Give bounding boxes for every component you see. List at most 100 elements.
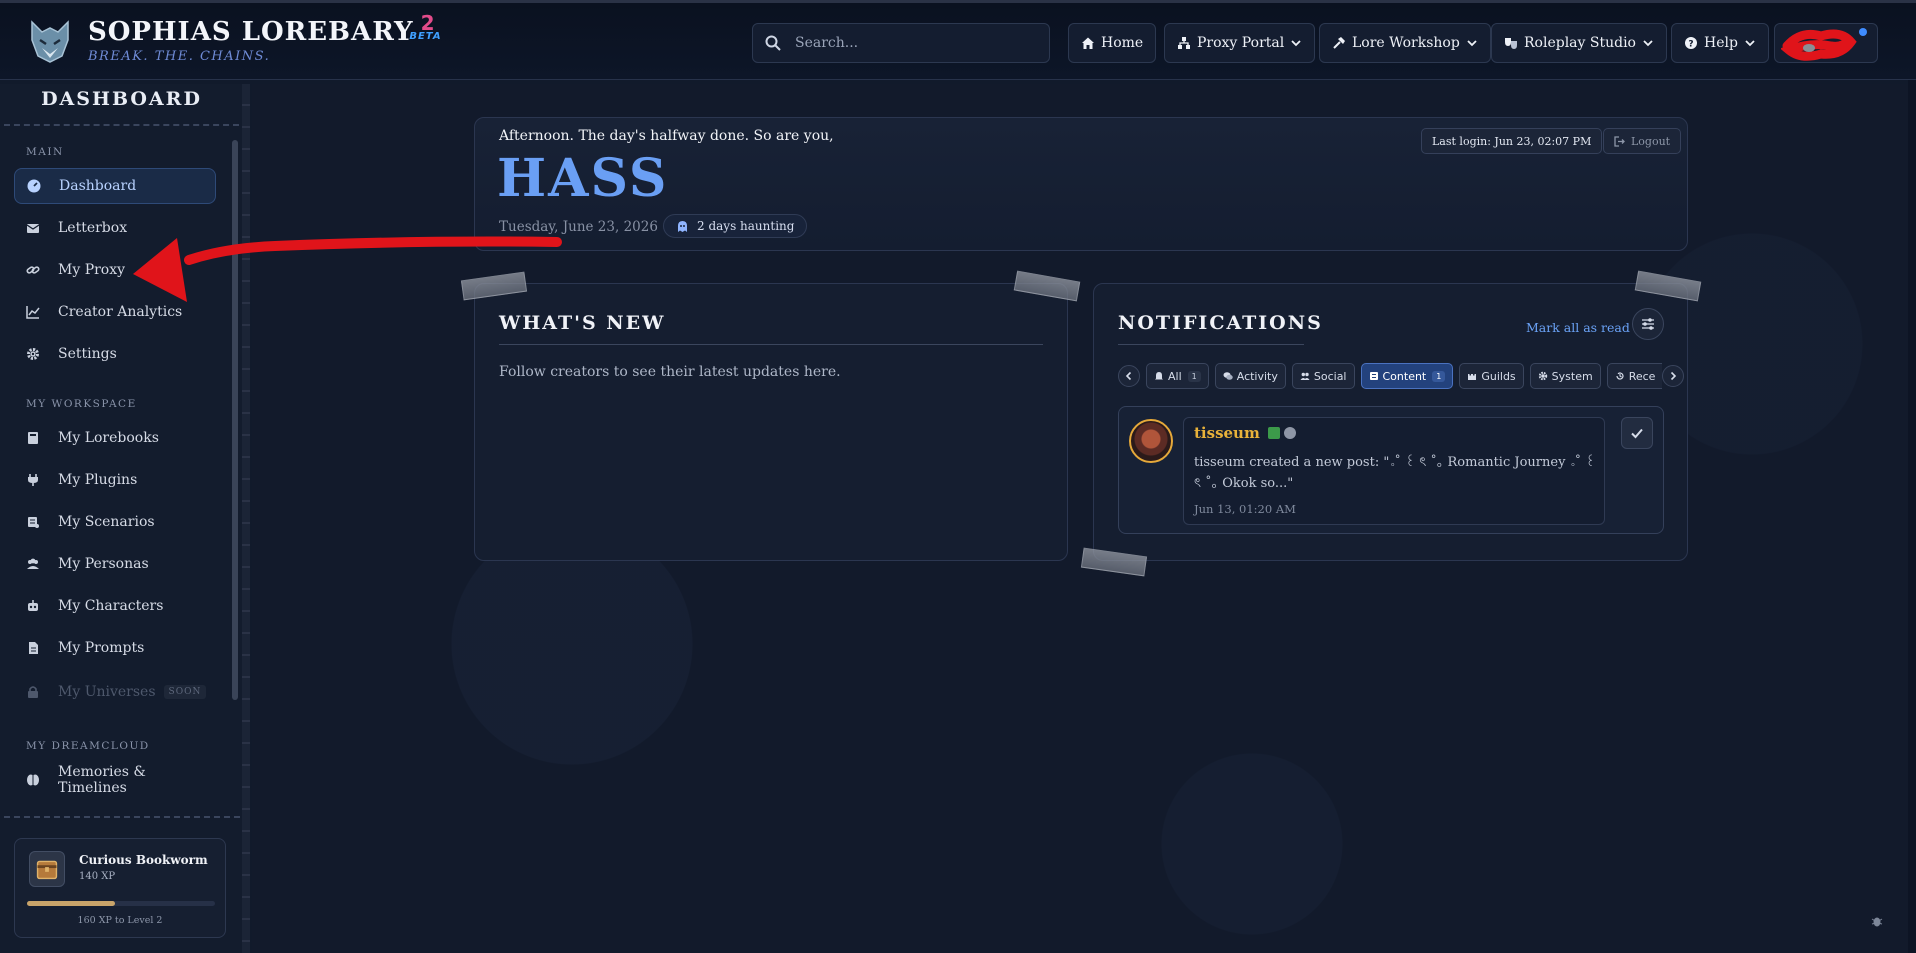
chart-line-icon: [26, 306, 40, 319]
sidebar-item-my-personas[interactable]: My Personas: [14, 546, 216, 582]
notification-username[interactable]: tisseum: [1194, 424, 1260, 442]
sidebar-item-my-scenarios[interactable]: My Scenarios: [14, 504, 216, 540]
bug-icon[interactable]: [1870, 914, 1884, 928]
help-circle-icon: ?: [1685, 37, 1697, 50]
brand[interactable]: SOPHIAS LOREBARY 2 BETA BREAK. THE. CHAI…: [28, 11, 441, 64]
sidebar-title: DASHBOARD: [41, 88, 202, 110]
window-edge: [1908, 80, 1916, 953]
tab-social[interactable]: Social: [1291, 363, 1355, 389]
user-avatar-button[interactable]: [1774, 23, 1878, 63]
gear-icon: [1538, 371, 1547, 381]
search-box[interactable]: [752, 23, 1050, 63]
chevron-right-icon: [1671, 371, 1677, 381]
tab-label: All: [1168, 369, 1182, 383]
redacted-scribble: [1781, 29, 1857, 61]
haunting-badge: 2 days haunting: [663, 214, 808, 238]
avatar[interactable]: [1129, 419, 1173, 463]
brain-icon: [27, 774, 39, 786]
comments-icon: [1223, 372, 1233, 380]
sidebar-item-my-characters[interactable]: My Characters: [14, 588, 216, 624]
tab-content[interactable]: Content 1: [1360, 363, 1454, 389]
sidebar-item-label: My Personas: [58, 556, 149, 572]
sidebar-item-my-lorebooks[interactable]: My Lorebooks: [14, 420, 216, 456]
notification-time: Jun 13, 01:20 AM: [1194, 502, 1296, 516]
sidebar-item-label: My Scenarios: [58, 514, 155, 530]
xp-next-level: 160 XP to Level 2: [77, 915, 163, 926]
section-workspace-label: MY WORKSPACE: [26, 398, 137, 410]
sidebar-item-label: Letterbox: [58, 220, 128, 236]
sidebar-item-my-prompts[interactable]: My Prompts: [14, 630, 216, 666]
whats-new-title: WHAT'S NEW: [499, 312, 666, 334]
sidebar-item-settings[interactable]: Settings: [14, 336, 216, 372]
nav-help-button[interactable]: ? Help: [1671, 23, 1769, 63]
tab-count: 1: [1187, 370, 1201, 382]
search-input[interactable]: [795, 35, 1035, 51]
nav-lore-workshop-button[interactable]: Lore Workshop: [1319, 23, 1491, 63]
tab-label: System: [1551, 369, 1593, 383]
gear-icon: [27, 348, 39, 360]
notification-filter-button[interactable]: [1632, 308, 1664, 340]
nav-home-label: Home: [1101, 35, 1144, 51]
nav-proxy-portal-button[interactable]: Proxy Portal: [1164, 23, 1316, 63]
sidebar-item-dashboard[interactable]: Dashboard: [14, 168, 216, 204]
hammer-icon: [1333, 37, 1345, 49]
nav-help-label: Help: [1704, 35, 1738, 51]
nav-roleplay-studio-button[interactable]: Roleplay Studio: [1491, 23, 1667, 63]
last-login-badge: Last login: Jun 23, 02:07 PM: [1421, 128, 1603, 154]
fox-logo-icon: [31, 19, 69, 63]
mark-read-button[interactable]: [1621, 417, 1653, 449]
tab-all[interactable]: All 1: [1146, 363, 1209, 389]
notifications-panel: NOTIFICATIONS Mark all as read All 1 Act…: [1093, 283, 1688, 561]
sidebar-item-my-plugins[interactable]: My Plugins: [14, 462, 216, 498]
tab-label: Activity: [1236, 369, 1278, 383]
sidebar-item-label: Memories & Timelines: [58, 764, 146, 796]
logout-button[interactable]: Logout: [1603, 128, 1682, 154]
sidebar-scrollbar[interactable]: [232, 140, 238, 700]
tab-activity[interactable]: Activity: [1214, 363, 1286, 389]
nav-roleplay-studio-label: Roleplay Studio: [1524, 35, 1636, 51]
castle-icon: [1468, 374, 1477, 380]
users-icon: [1300, 372, 1310, 380]
treasure-chest-icon: [29, 851, 65, 887]
sidebar-item-label: My Plugins: [58, 472, 138, 488]
tab-count: 1: [1432, 370, 1446, 382]
user-badges: [1268, 427, 1300, 439]
sidebar-item-label: Settings: [58, 346, 117, 362]
tab-label: Content: [1382, 369, 1427, 383]
nav-home-button[interactable]: Home: [1068, 23, 1157, 63]
file-icon: [29, 642, 38, 654]
search-icon: [765, 35, 781, 51]
link-icon: [26, 266, 40, 274]
brand-title: SOPHIAS LOREBARY 2 BETA: [88, 11, 441, 47]
scroll-icon: [28, 517, 39, 528]
mark-all-read-link[interactable]: Mark all as read: [1526, 320, 1630, 335]
whats-new-empty-text: Follow creators to see their latest upda…: [499, 364, 841, 380]
tab-guilds[interactable]: Guilds: [1459, 363, 1524, 389]
whats-new-divider: [499, 344, 1043, 345]
notification-dot: [1859, 28, 1867, 36]
tabs-scroll-right-button[interactable]: [1662, 365, 1685, 387]
home-icon: [1082, 37, 1094, 49]
xp-title: Curious Bookworm: [79, 853, 208, 867]
tabs-scroll-left-button[interactable]: [1118, 365, 1140, 387]
sidebar-item-label: My Proxy: [58, 262, 126, 278]
tab-system[interactable]: System: [1529, 363, 1601, 389]
notification-item[interactable]: tisseum tisseum created a new post: "｡˚ …: [1118, 406, 1664, 534]
chevron-left-icon: [1125, 371, 1132, 381]
notification-tabs: All 1 Activity Social Content 1 Guilds S…: [1118, 363, 1685, 389]
chevron-down-icon: [1467, 40, 1477, 47]
network-icon: [1178, 37, 1190, 49]
red-annotation-arrow: [133, 236, 562, 302]
beta-badge: BETA: [409, 31, 442, 42]
tab-recent[interactable]: Rece: [1606, 363, 1663, 389]
top-navbar: SOPHIAS LOREBARY 2 BETA BREAK. THE. CHAI…: [0, 0, 1916, 80]
sidebar-item-memories-timelines[interactable]: Memories & Timelines: [14, 762, 216, 798]
xp-progress-bar: [27, 901, 215, 906]
hero-greeting: Afternoon. The day's halfway done. So ar…: [499, 128, 834, 144]
sidebar-divider: [4, 124, 239, 126]
elephant-badge-icon: [1284, 427, 1296, 439]
xp-card[interactable]: Curious Bookworm 140 XP 160 XP to Level …: [14, 838, 226, 938]
chevron-down-icon: [1291, 40, 1301, 47]
nav-lore-workshop-label: Lore Workshop: [1352, 35, 1460, 51]
sidebar-item-label: My Universes: [58, 684, 156, 700]
